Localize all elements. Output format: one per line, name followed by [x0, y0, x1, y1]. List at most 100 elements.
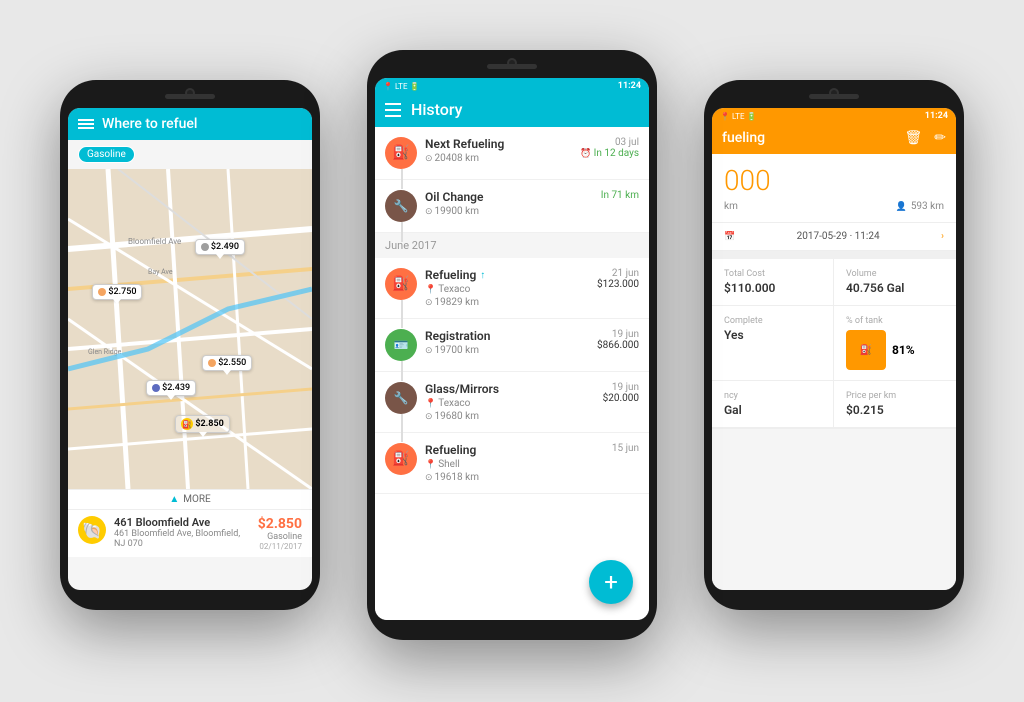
total-cost-label: Total Cost — [724, 269, 821, 279]
price-date: 02/11/2017 — [258, 542, 302, 551]
tank-icon: ⛽ — [860, 345, 872, 356]
right-time: 11:24 — [925, 111, 948, 121]
price-per-km-label: Price per km — [846, 391, 944, 401]
oil-change-icon: 🔧 — [385, 190, 417, 222]
history-list[interactable]: ⛽ Next Refueling ⊙ 20408 km 03 jul ⏰ In … — [375, 127, 649, 620]
next-refueling-reminder: ⏰ In 12 days — [580, 148, 639, 159]
svg-text:Bloomfield Ave: Bloomfield Ave — [128, 237, 181, 246]
next-refueling-title: Next Refueling — [425, 137, 580, 151]
refueling-1-date: 21 jun — [597, 268, 639, 279]
tank-cell: % of tank ⛽ 81% — [834, 306, 956, 381]
next-refueling-date: 03 jul — [580, 137, 639, 148]
price-value: $2.850 — [258, 516, 302, 532]
station-price: $2.850 Gasoline 02/11/2017 — [258, 516, 302, 551]
oil-change-title: Oil Change — [425, 190, 601, 204]
next-refueling-right: 03 jul ⏰ In 12 days — [580, 137, 639, 159]
hamburger-icon-left[interactable] — [78, 119, 94, 129]
refueling-icon-2: ⛽ — [385, 268, 417, 300]
chevron-right-icon: › — [941, 231, 944, 242]
history-item-oil-change[interactable]: 🔧 Oil Change ⊙ 19900 km In 71 km — [375, 180, 649, 233]
date-row[interactable]: 📅 2017-05-29 · 11:24 › — [712, 223, 956, 251]
price-per-km-cell: Price per km $0.215 — [834, 381, 956, 428]
history-item-refueling-1[interactable]: ⛽ Refueling ↑ 📍 Texaco ⊙ 19829 km — [375, 258, 649, 319]
speaker-center — [487, 64, 537, 69]
speaker-left — [165, 94, 215, 99]
registration-content: Registration ⊙ 19700 km — [425, 329, 597, 356]
station-name: 461 Bloomfield Ave — [114, 516, 250, 529]
section-june-2017: June 2017 — [375, 233, 649, 258]
total-cost-cell: Total Cost $110.000 — [712, 259, 834, 306]
screen-center: 📍 LTE 🔋 11:24 History ⛽ Next Refueling — [375, 78, 649, 620]
pin-2550-price: $2.550 — [218, 358, 246, 368]
glass-content: Glass/Mirrors 📍 Texaco ⊙ 19680 km — [425, 382, 603, 422]
phone-right: 📍 LTE 🔋 11:24 fueling 🗑 ✏ 000 km 👤 — [704, 80, 964, 610]
glass-right: 19 jun $20.000 — [603, 382, 639, 404]
history-item-next-refueling[interactable]: ⛽ Next Refueling ⊙ 20408 km 03 jul ⏰ In … — [375, 127, 649, 180]
oil-change-content: Oil Change ⊙ 19900 km — [425, 190, 601, 217]
station-info: 🐚 461 Bloomfield Ave 461 Bloomfield Ave,… — [68, 509, 312, 557]
efficiency-value: Gal — [724, 403, 821, 417]
registration-price: $866.000 — [597, 340, 639, 351]
glass-title: Glass/Mirrors — [425, 382, 603, 396]
history-item-registration[interactable]: 🪪 Registration ⊙ 19700 km 19 jun $866.00… — [375, 319, 649, 372]
delete-icon[interactable]: 🗑 — [904, 130, 922, 146]
hamburger-icon-center[interactable] — [385, 103, 401, 117]
center-time: 11:24 — [618, 81, 641, 91]
edit-icon[interactable]: ✏ — [934, 130, 946, 146]
right-status-bar: 📍 LTE 🔋 11:24 — [712, 108, 956, 124]
right-nav-icons: 🗑 ✏ — [904, 130, 946, 146]
tank-label: % of tank — [846, 316, 883, 326]
registration-title: Registration — [425, 329, 597, 343]
refueling-icon-3: ⛽ — [385, 443, 417, 475]
complete-cell: Complete Yes — [712, 306, 834, 381]
next-refueling-content: Next Refueling ⊙ 20408 km — [425, 137, 580, 164]
refueling-2-right: 15 jun — [612, 443, 639, 454]
refueling-2-km: ⊙ 19618 km — [425, 472, 612, 483]
refueling-2-title: Refueling — [425, 443, 612, 457]
phone-center: 📍 LTE 🔋 11:24 History ⛽ Next Refueling — [367, 50, 657, 640]
registration-date: 19 jun — [597, 329, 639, 340]
pin-2490-price: $2.490 — [211, 242, 239, 252]
screen-left: Where to refuel Gasoline — [68, 108, 312, 590]
phone-left: Where to refuel Gasoline — [60, 80, 320, 610]
divider-1 — [712, 251, 956, 259]
volume-value: 40.756 Gal — [846, 281, 944, 295]
history-item-glass[interactable]: 🔧 Glass/Mirrors 📍 Texaco ⊙ 19680 km — [375, 372, 649, 433]
fab-add-button[interactable]: + — [589, 560, 633, 604]
fab-icon: + — [604, 568, 618, 596]
right-nav-title: fueling — [722, 130, 765, 146]
refueling-2-date: 15 jun — [612, 443, 639, 454]
odometer-value: 000 — [724, 164, 944, 197]
upload-icon: ↑ — [480, 270, 485, 281]
pin-2490[interactable]: $2.490 — [195, 239, 245, 255]
refueling-2-sub: 📍 Shell — [425, 459, 612, 470]
pin-2750[interactable]: $2.750 — [92, 284, 142, 300]
refueling-2-content: Refueling 📍 Shell ⊙ 19618 km — [425, 443, 612, 483]
gasoline-badge[interactable]: Gasoline — [78, 146, 135, 163]
glass-price: $20.000 — [603, 393, 639, 404]
tank-percent: 81% — [892, 343, 915, 357]
pin-2550[interactable]: $2.550 — [202, 355, 252, 371]
center-status-bar: 📍 LTE 🔋 11:24 — [375, 78, 649, 94]
glass-km: ⊙ 19680 km — [425, 411, 603, 422]
center-nav: History — [375, 94, 649, 127]
complete-label: Complete — [724, 316, 821, 326]
speaker-right — [809, 94, 859, 99]
complete-value: Yes — [724, 328, 821, 342]
refueling-icon-1: ⛽ — [385, 137, 417, 169]
trip-km: 👤 593 km — [896, 201, 944, 212]
pin-2850-price: $2.850 — [195, 419, 223, 429]
history-title: History — [411, 100, 463, 119]
tank-visual: ⛽ — [846, 330, 886, 370]
registration-icon: 🪪 — [385, 329, 417, 361]
glass-sub: 📍 Texaco — [425, 398, 603, 409]
pin-2439[interactable]: $2.439 — [146, 380, 196, 396]
pin-2750-price: $2.750 — [108, 287, 136, 297]
total-cost-value: $110.000 — [724, 281, 821, 295]
svg-text:Bay Ave: Bay Ave — [148, 268, 173, 276]
more-banner[interactable]: ▲ MORE — [68, 489, 312, 509]
history-item-refueling-2[interactable]: ⛽ Refueling 📍 Shell ⊙ 19618 km 15 ju — [375, 433, 649, 494]
left-header-title: Where to refuel — [102, 116, 197, 132]
pin-2850[interactable]: ⛽ $2.850 — [175, 415, 229, 433]
efficiency-label: ncy — [724, 391, 821, 401]
